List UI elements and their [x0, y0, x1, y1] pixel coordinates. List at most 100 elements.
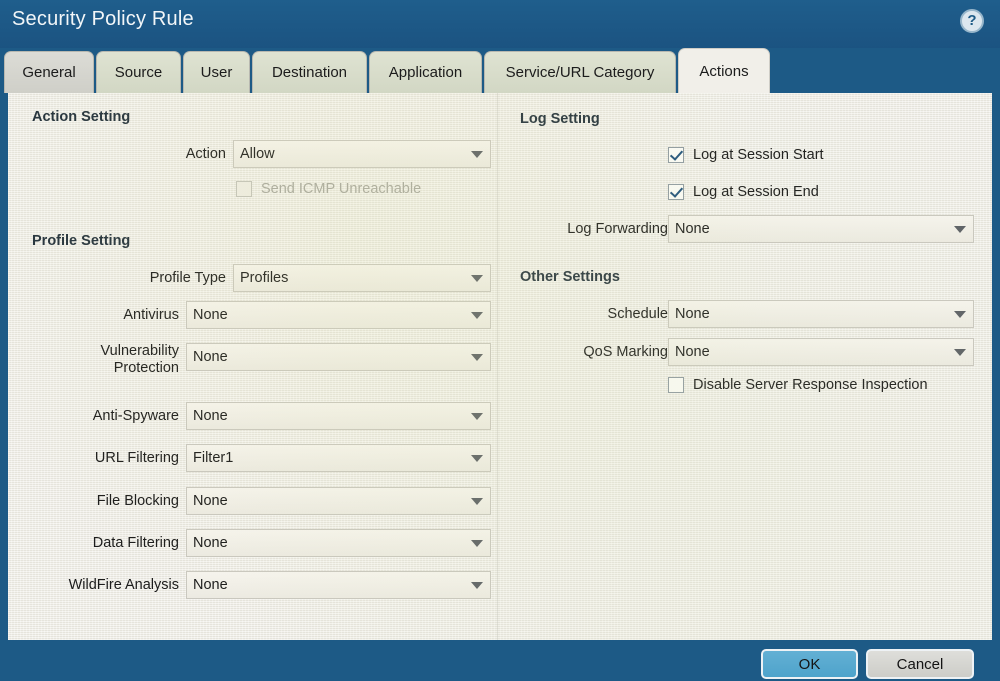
chevron-down-icon [464, 572, 490, 598]
wildfire-analysis-label: WildFire Analysis [68, 577, 179, 593]
cancel-button-label: Cancel [896, 655, 944, 673]
log-setting-heading: Log Setting [520, 111, 600, 127]
qos-marking-dropdown[interactable]: None [668, 338, 974, 366]
tab-user[interactable]: User [183, 51, 250, 93]
help-circle-icon[interactable]: ? [960, 9, 984, 33]
action-dropdown[interactable]: Allow [233, 140, 491, 168]
checkbox-box [668, 184, 684, 200]
vulnerability-protection-dropdown[interactable]: None [186, 343, 491, 371]
url-filtering-dropdown[interactable]: Filter1 [186, 444, 491, 472]
file-blocking-value: None [193, 493, 228, 509]
disable-server-response-inspection-checkbox[interactable]: Disable Server Response Inspection [668, 373, 928, 397]
tab-label: General [22, 64, 76, 81]
profile-type-label: Profile Type [149, 270, 226, 286]
tab-label: Service/URL Category [505, 64, 655, 81]
checkbox-label: Disable Server Response Inspection [693, 377, 928, 393]
tab-label: Actions [699, 62, 749, 80]
vulnerability-protection-label: Vulnerability Protection [100, 343, 179, 376]
action-setting-heading: Action Setting [32, 109, 131, 125]
file-blocking-row: File Blocking None [8, 487, 497, 515]
vulnerability-protection-row: Vulnerability Protection None [8, 343, 497, 387]
log-forwarding-dropdown[interactable]: None [668, 215, 974, 243]
profile-type-dropdown[interactable]: Profiles [233, 264, 491, 292]
send-icmp-unreachable-checkbox: Send ICMP Unreachable [236, 177, 421, 201]
antivirus-value: None [193, 307, 228, 323]
right-column: Log Setting Log at Session Start Log at … [498, 93, 992, 640]
antivirus-dropdown[interactable]: None [186, 301, 491, 329]
data-filtering-dropdown[interactable]: None [186, 529, 491, 557]
tab-application[interactable]: Application [369, 51, 482, 93]
vulnerability-protection-value: None [193, 349, 228, 365]
log-forwarding-label: Log Forwarding [567, 221, 668, 237]
data-filtering-value: None [193, 535, 228, 551]
anti-spyware-value: None [193, 408, 228, 424]
chevron-down-icon [947, 301, 973, 327]
schedule-value: None [675, 306, 710, 322]
profile-type-value: Profiles [240, 270, 289, 286]
log-at-session-end-checkbox[interactable]: Log at Session End [668, 180, 819, 204]
chevron-down-icon [947, 339, 973, 365]
dialog-titlebar: Security Policy Rule ? [0, 0, 1000, 48]
chevron-down-icon [464, 141, 490, 167]
profile-setting-heading: Profile Setting [32, 233, 131, 249]
url-filtering-label: URL Filtering [94, 450, 179, 466]
tab-label: User [200, 64, 233, 81]
tab-service-url-category[interactable]: Service/URL Category [484, 51, 676, 93]
tab-general[interactable]: General [4, 51, 94, 93]
checkbox-label: Send ICMP Unreachable [261, 181, 422, 197]
data-filtering-row: Data Filtering None [8, 529, 497, 557]
log-forwarding-row: Log Forwarding None [498, 215, 992, 243]
tab-label: Application [388, 64, 463, 81]
chevron-down-icon [947, 216, 973, 242]
action-value: Allow [240, 146, 275, 162]
checkbox-box [668, 377, 684, 393]
schedule-label: Schedule [607, 306, 668, 322]
checkbox-box [668, 147, 684, 163]
profile-type-row: Profile Type Profiles [8, 264, 497, 292]
checkbox-label: Log at Session Start [693, 147, 824, 163]
cancel-button[interactable]: Cancel [866, 649, 974, 679]
qos-marking-label: QoS Marking [583, 344, 668, 360]
chevron-down-icon [464, 530, 490, 556]
qos-marking-row: QoS Marking None [498, 338, 992, 366]
file-blocking-label: File Blocking [96, 493, 179, 509]
antivirus-row: Antivirus None [8, 301, 497, 329]
log-forwarding-value: None [675, 221, 710, 237]
actions-tab-panel: Action Setting Action Allow Send ICMP Un… [8, 93, 992, 640]
tab-destination[interactable]: Destination [252, 51, 367, 93]
schedule-row: Schedule None [498, 300, 992, 328]
tab-source[interactable]: Source [96, 51, 181, 93]
tab-label: Destination [271, 64, 348, 81]
chevron-down-icon [464, 445, 490, 471]
file-blocking-dropdown[interactable]: None [186, 487, 491, 515]
url-filtering-value: Filter1 [193, 450, 234, 466]
data-filtering-label: Data Filtering [92, 535, 179, 551]
left-column: Action Setting Action Allow Send ICMP Un… [8, 93, 497, 640]
tab-label: Source [114, 64, 163, 81]
checkbox-box [236, 181, 252, 197]
chevron-down-icon [464, 403, 490, 429]
log-at-session-start-checkbox[interactable]: Log at Session Start [668, 143, 824, 167]
dialog-footer: OK Cancel [0, 640, 1000, 681]
action-label: Action [185, 146, 226, 162]
security-policy-rule-dialog: Security Policy Rule ? General Source Us… [0, 0, 1000, 681]
dialog-title: Security Policy Rule [12, 8, 194, 30]
chevron-down-icon [464, 488, 490, 514]
wildfire-analysis-dropdown[interactable]: None [186, 571, 491, 599]
antivirus-label: Antivirus [123, 307, 179, 323]
wildfire-analysis-row: WildFire Analysis None [8, 571, 497, 599]
wildfire-analysis-value: None [193, 577, 228, 593]
ok-button[interactable]: OK [761, 649, 858, 679]
schedule-dropdown[interactable]: None [668, 300, 974, 328]
qos-marking-value: None [675, 344, 710, 360]
tab-bar: General Source User Destination Applicat… [0, 48, 1000, 93]
url-filtering-row: URL Filtering Filter1 [8, 444, 497, 472]
chevron-down-icon [464, 265, 490, 291]
checkbox-label: Log at Session End [693, 184, 819, 200]
anti-spyware-dropdown[interactable]: None [186, 402, 491, 430]
ok-button-label: OK [798, 655, 821, 673]
anti-spyware-label: Anti-Spyware [92, 408, 179, 424]
tab-actions[interactable]: Actions [678, 48, 770, 93]
action-row: Action Allow [8, 140, 497, 168]
anti-spyware-row: Anti-Spyware None [8, 402, 497, 430]
